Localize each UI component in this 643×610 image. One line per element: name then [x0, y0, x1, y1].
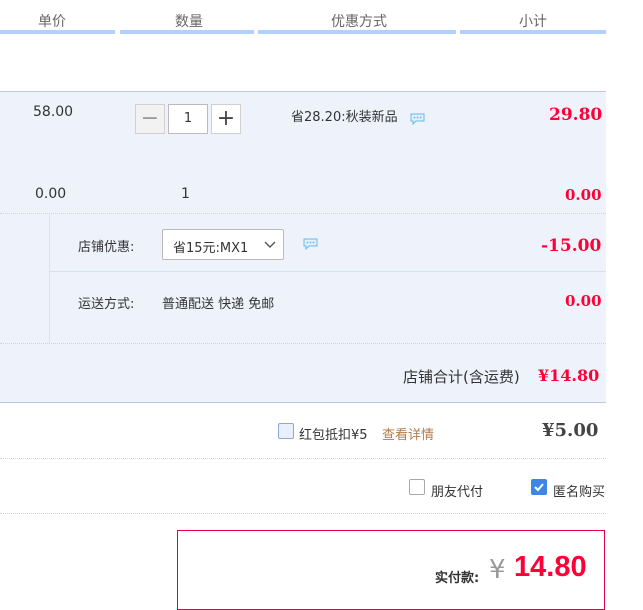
- store-total-amount: ¥14.80: [538, 366, 600, 385]
- header-divider: [258, 30, 456, 34]
- anonymous-purchase-label: 匿名购买: [553, 485, 606, 500]
- item1-promo-text: 省28.20:秋装新品: [291, 110, 398, 125]
- chat-icon[interactable]: [303, 238, 318, 250]
- header-subtotal: 小计: [519, 14, 547, 30]
- friend-pay-label: 朋友代付: [431, 485, 484, 500]
- chat-icon[interactable]: [410, 113, 425, 125]
- red-packet-amount: ¥5.00: [542, 420, 599, 441]
- chevron-down-icon: [264, 241, 276, 248]
- divider: [0, 513, 606, 514]
- store-promo-panel: [0, 213, 606, 344]
- header-divider: [460, 30, 606, 34]
- item2-quantity: 1: [181, 186, 190, 202]
- store-discount-select[interactable]: 省15元:MX1: [162, 229, 284, 260]
- red-packet-detail-link[interactable]: 查看详情: [382, 424, 434, 443]
- divider: [50, 271, 606, 272]
- store-discount-label: 店铺优惠:: [78, 240, 135, 255]
- store-discount-selected: 省15元:MX1: [173, 241, 249, 256]
- anonymous-purchase-checkbox[interactable]: [531, 479, 547, 495]
- shipping-label: 运送方式:: [78, 297, 135, 312]
- store-total-label: 店铺合计(含运费): [403, 368, 520, 386]
- header-divider: [120, 30, 254, 34]
- divider: [49, 213, 50, 343]
- payment-label: 实付款:: [435, 571, 480, 586]
- header-divider: [0, 30, 115, 34]
- header-quantity: 数量: [175, 14, 203, 30]
- red-packet-checkbox[interactable]: [278, 423, 294, 439]
- item2-unit-price: 0.00: [35, 186, 67, 202]
- quantity-increase-button[interactable]: +: [211, 104, 241, 134]
- item1-unit-price: 58.00: [33, 104, 74, 120]
- divider: [0, 458, 606, 459]
- store-discount-amount: -15.00: [541, 236, 602, 256]
- item2-subtotal: 0.00: [565, 186, 602, 204]
- payment-amount: 14.80: [514, 551, 587, 583]
- checkmark-icon: [534, 483, 544, 492]
- quantity-decrease-button[interactable]: −: [135, 104, 165, 134]
- red-packet-label: 红包抵扣¥5: [299, 428, 368, 443]
- payment-currency: ¥: [489, 555, 506, 585]
- header-discount-method: 优惠方式: [331, 14, 387, 30]
- header-unit-price: 单价: [38, 14, 66, 30]
- item1-subtotal: 29.80: [549, 105, 603, 125]
- friend-pay-checkbox[interactable]: [409, 479, 425, 495]
- quantity-input[interactable]: 1: [168, 104, 208, 134]
- shipping-method: 普通配送 快递 免邮: [162, 297, 275, 312]
- payment-summary-box: 实付款: ¥ 14.80: [177, 530, 605, 610]
- shipping-amount: 0.00: [565, 292, 602, 310]
